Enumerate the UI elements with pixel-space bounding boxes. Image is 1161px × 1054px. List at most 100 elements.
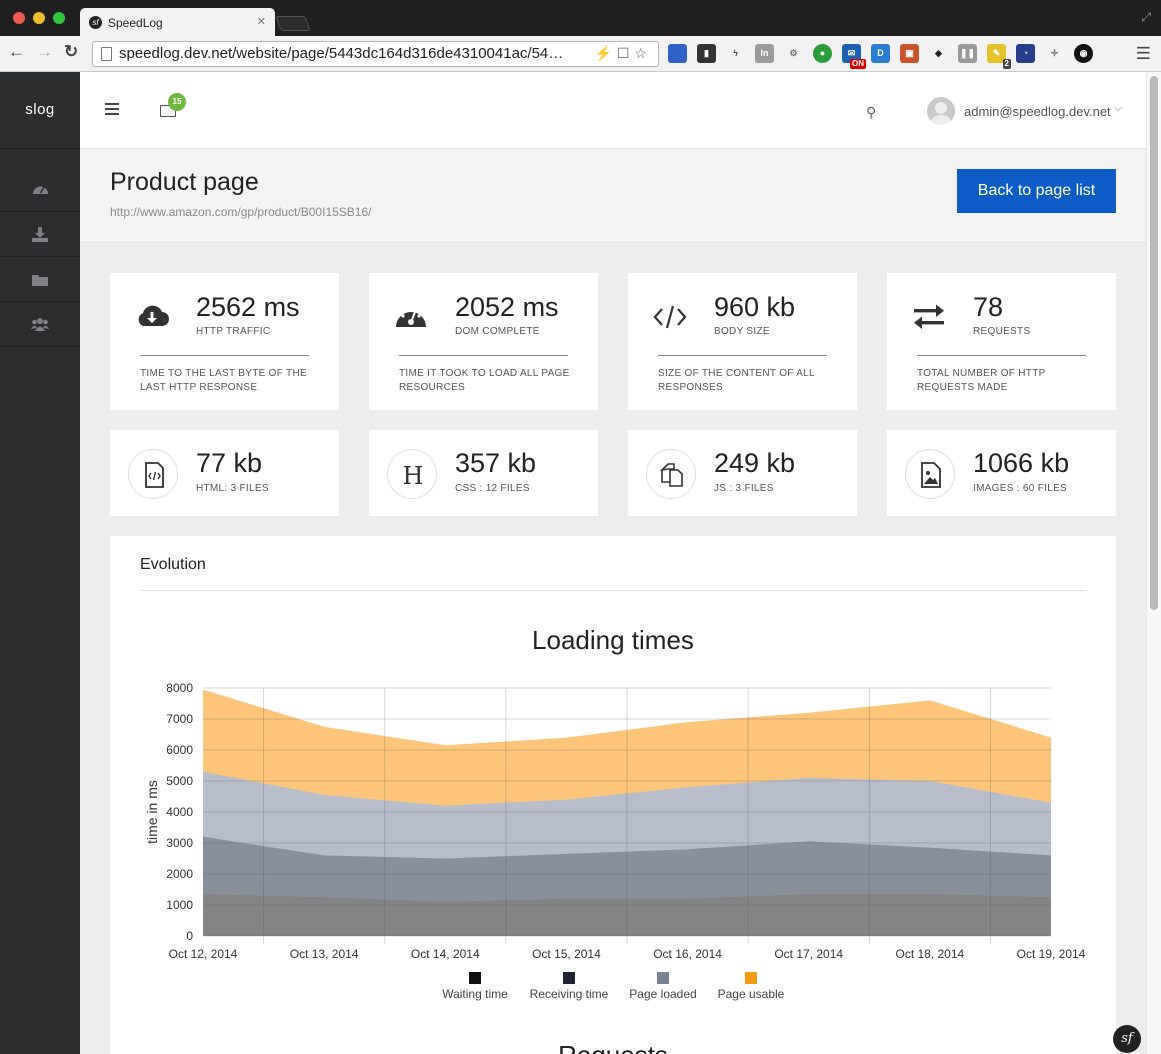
- icon-circle: [128, 449, 178, 499]
- legend-label: Waiting time: [442, 987, 508, 1001]
- extension-bolt-icon[interactable]: ϟ: [726, 44, 745, 63]
- y-tick-label: 5000: [166, 774, 193, 788]
- divider: [399, 355, 568, 356]
- extension-gauge-icon[interactable]: ◔: [1016, 44, 1035, 63]
- scrollbar-thumb[interactable]: [1150, 76, 1158, 610]
- sidebar-item-dashboard[interactable]: [0, 167, 80, 212]
- extension-terminal-icon[interactable]: ▮: [697, 44, 716, 63]
- speedometer-icon: [396, 306, 426, 327]
- file-size-value: 1066 kb: [973, 448, 1070, 478]
- back-arrow-icon[interactable]: ←: [8, 42, 25, 62]
- app-sidebar: slog: [0, 72, 80, 1054]
- stat-value: 960 kb: [714, 292, 796, 322]
- sidebar-item-download[interactable]: [0, 212, 80, 257]
- maximize-window-button[interactable]: [53, 12, 65, 24]
- html-file-icon: [145, 462, 164, 488]
- stat-description: TIME IT TOOK TO LOAD ALL PAGE RESOURCES: [399, 368, 570, 393]
- file-count-label: CSS : 12 FILES: [455, 483, 530, 494]
- css-h-icon: H: [403, 462, 424, 490]
- top-header: 15 ⚲ admin@speedlog.dev.net ⌵: [80, 72, 1146, 149]
- extension-on-icon[interactable]: ✉ ON: [842, 44, 866, 69]
- avatar[interactable]: [927, 97, 955, 125]
- exchange-icon: [914, 304, 944, 329]
- x-tick-label: Oct 14, 2014: [411, 947, 480, 961]
- close-window-button[interactable]: [13, 12, 25, 24]
- code-icon: [653, 305, 687, 329]
- x-tick-label: Oct 18, 2014: [895, 947, 964, 961]
- extension-in-icon[interactable]: In: [755, 44, 774, 63]
- svg-text:H: H: [403, 462, 424, 490]
- user-email[interactable]: admin@speedlog.dev.net: [964, 104, 1111, 119]
- legend-swatch: [745, 972, 757, 984]
- legend-label: Receiving time: [530, 987, 609, 1001]
- browser-titlebar: sf SpeedLog ✕ ⤢: [0, 0, 1161, 36]
- fullscreen-icon[interactable]: ⤢: [1141, 10, 1151, 25]
- search-icon[interactable]: ⚲: [866, 104, 876, 121]
- extension-green-icon[interactable]: ●: [813, 44, 832, 63]
- stat-label: DOM COMPLETE: [455, 326, 540, 337]
- stat-label: REQUESTS: [973, 326, 1031, 337]
- folder-icon: [32, 274, 48, 286]
- x-tick-label: Oct 16, 2014: [653, 947, 722, 961]
- reload-icon[interactable]: ↻: [64, 42, 78, 62]
- mail-count-badge: 15: [168, 93, 186, 111]
- extension-tv-icon[interactable]: ▣: [900, 44, 919, 63]
- y-tick-label: 3000: [166, 836, 193, 850]
- file-count-label: HTML: 3 FILES: [196, 483, 269, 494]
- y-tick-label: 8000: [166, 681, 193, 695]
- address-bar-actions[interactable]: ⚡☐☆: [594, 45, 652, 62]
- evolution-panel: Evolution Loading times time in ms 0 1000 20…: [110, 536, 1116, 1054]
- file-card-css: H 357 kb CSS : 12 FILES: [369, 430, 598, 516]
- back-to-page-list-button[interactable]: Back to page list: [957, 169, 1116, 213]
- y-tick-label: 4000: [166, 805, 193, 819]
- divider: [917, 355, 1086, 356]
- sidebar-item-folder[interactable]: [0, 257, 80, 302]
- file-size-value: 357 kb: [455, 448, 537, 478]
- divider: [658, 355, 827, 356]
- extension-crosshair-icon[interactable]: ✛: [1045, 44, 1064, 63]
- y-tick-label: 7000: [166, 712, 193, 726]
- extension-cap-icon[interactable]: ◆: [929, 44, 948, 63]
- y-tick-label: 1000: [166, 898, 193, 912]
- page-scrollbar[interactable]: [1146, 72, 1161, 1054]
- extension-notes-icon[interactable]: ✎ 2: [987, 44, 1011, 69]
- hamburger-menu-icon[interactable]: [105, 103, 119, 118]
- page-title: Product page: [110, 168, 259, 196]
- browser-tab[interactable]: sf SpeedLog ✕: [80, 8, 275, 36]
- extension-dark-icon[interactable]: ◉: [1074, 44, 1093, 63]
- extension-window-icon[interactable]: [668, 44, 687, 63]
- page-url: http://www.amazon.com/gp/product/B00I15S…: [110, 205, 372, 219]
- stat-card-http-traffic: 2562 ms HTTP TRAFFIC TIME TO THE LAST BY…: [110, 273, 339, 410]
- chevron-down-icon[interactable]: ⌵: [1114, 102, 1122, 115]
- divider: [140, 355, 309, 356]
- tab-title: SpeedLog: [108, 16, 163, 30]
- extension-gear-icon[interactable]: ⚙: [784, 44, 803, 63]
- browser-toolbar: ← → ↻ speedlog.dev.net/website/page/5443…: [0, 36, 1161, 72]
- legend-swatch: [657, 972, 669, 984]
- stat-card-body-size: 960 kb BODY SIZE SIZE OF THE CONTENT OF …: [628, 273, 857, 410]
- extension-d-icon[interactable]: D: [871, 44, 890, 63]
- legend-swatch: [469, 972, 481, 984]
- symfony-favicon-icon: sf: [89, 16, 102, 29]
- browser-menu-icon[interactable]: ☰: [1136, 44, 1151, 64]
- file-size-value: 249 kb: [714, 448, 796, 478]
- stat-description: TIME TO THE LAST BYTE OF THE LAST HTTP R…: [140, 368, 307, 393]
- sidebar-item-users[interactable]: [0, 302, 80, 347]
- file-size-value: 77 kb: [196, 448, 263, 478]
- address-bar[interactable]: speedlog.dev.net/website/page/5443dc164d…: [92, 41, 659, 67]
- page-document-icon: [101, 47, 112, 61]
- tab-close-icon[interactable]: ✕: [257, 15, 266, 28]
- new-tab-button[interactable]: [275, 16, 311, 31]
- brand-logo[interactable]: slog: [0, 72, 80, 149]
- dashboard-icon: [32, 186, 48, 194]
- stat-value: 2052 ms: [455, 292, 559, 322]
- stat-value: 2562 ms: [196, 292, 300, 322]
- forward-arrow-icon[interactable]: →: [36, 42, 53, 62]
- minimize-window-button[interactable]: [33, 12, 45, 24]
- stat-card-requests: 78 REQUESTS TOTAL NUMBER OF HTTP REQUEST…: [887, 273, 1116, 410]
- extension-pause-icon[interactable]: ❚❚: [958, 44, 977, 63]
- file-count-label: JS : 3 FILES: [714, 483, 774, 494]
- x-tick-label: Oct 13, 2014: [290, 947, 359, 961]
- symfony-toolbar-icon[interactable]: sf: [1113, 1025, 1141, 1053]
- legend-swatch: [563, 972, 575, 984]
